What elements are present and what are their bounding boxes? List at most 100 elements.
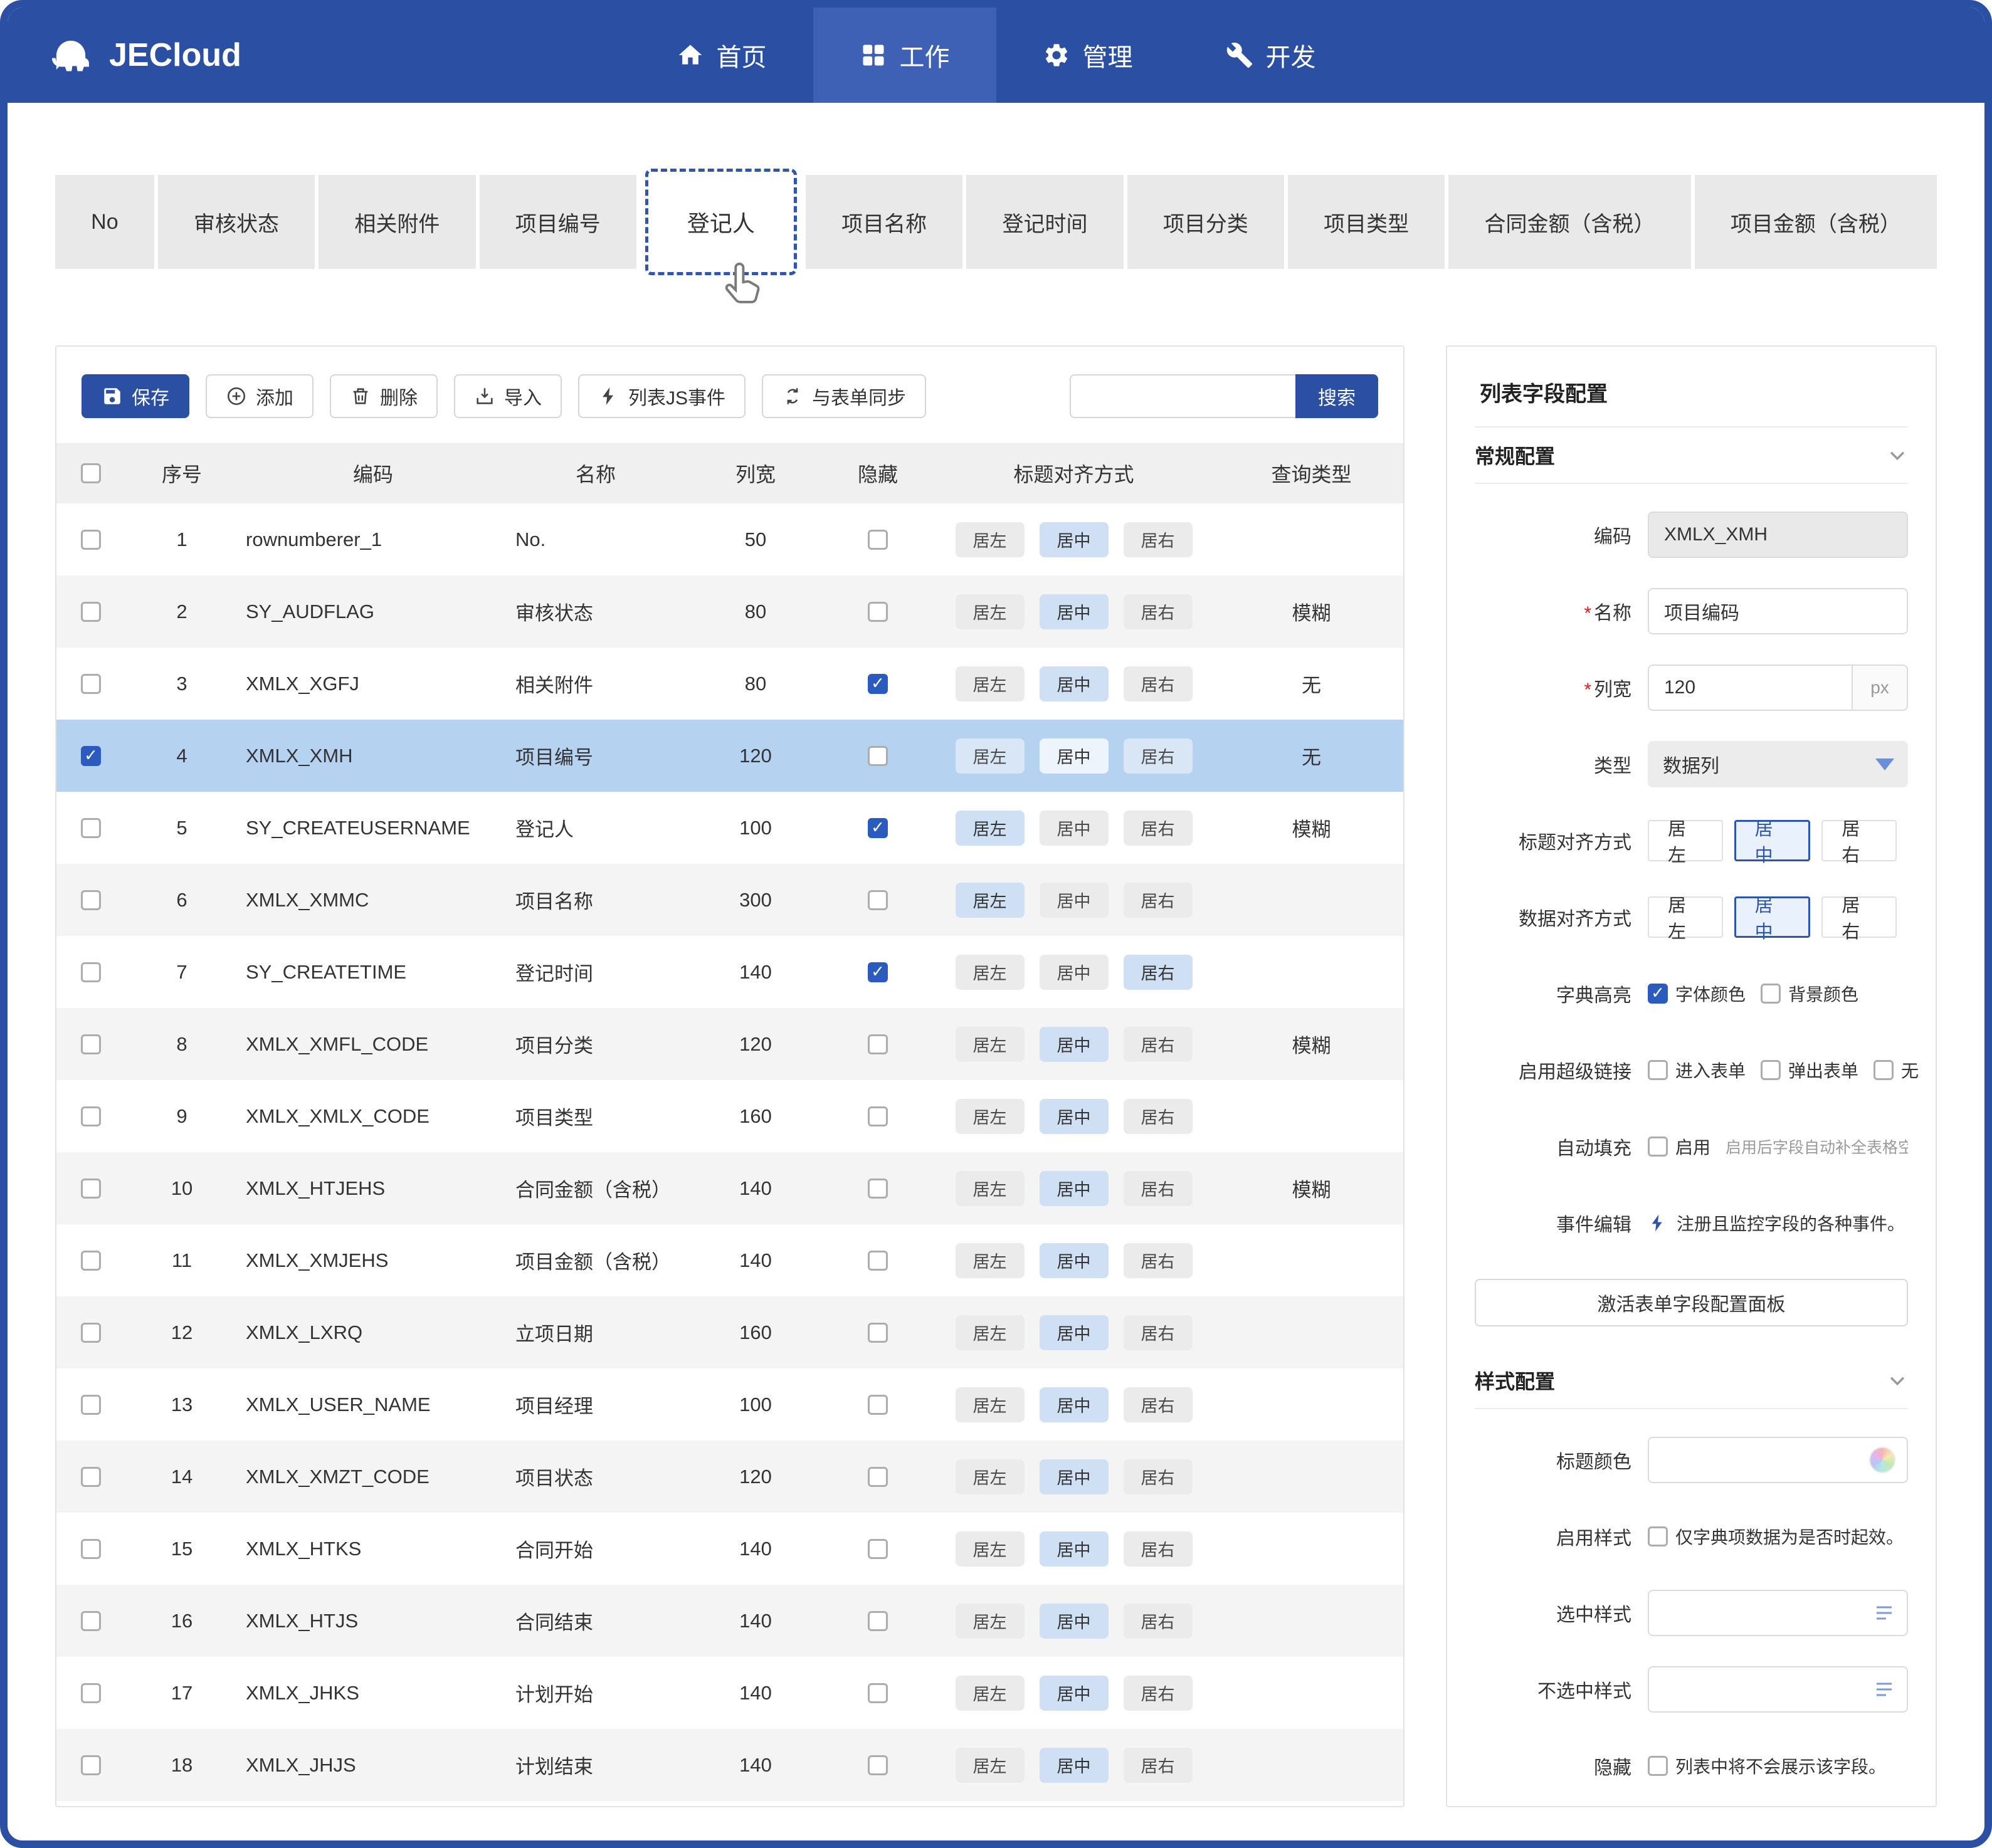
align-center-chip[interactable]: 居中 — [1040, 1171, 1109, 1206]
save-button[interactable]: 保存 — [82, 374, 189, 418]
align-right-chip[interactable]: 居右 — [1124, 1531, 1193, 1567]
hide-checkbox[interactable]: 列表中将不会展示该字段。 — [1648, 1753, 1886, 1778]
list-js-event-button[interactable]: 列表JS事件 — [578, 374, 746, 418]
table-row[interactable]: 4XMLX_XMH项目编号120居左居中居右无 — [56, 720, 1403, 792]
align-right-chip[interactable]: 居右 — [1124, 1315, 1193, 1350]
hidden-checkbox[interactable] — [868, 1539, 888, 1559]
align-center-chip[interactable]: 居中 — [1040, 1604, 1109, 1639]
row-select-checkbox[interactable] — [81, 1106, 101, 1126]
align-right-chip[interactable]: 居右 — [1124, 1459, 1193, 1494]
align-center-chip[interactable]: 居中 — [1040, 1459, 1109, 1494]
row-select-checkbox[interactable] — [81, 1467, 101, 1487]
font-color-checkbox[interactable]: 字体颜色 — [1648, 981, 1746, 1006]
table-row[interactable]: 16XMLX_HTJS合同结束140居左居中居右 — [56, 1585, 1403, 1657]
table-row[interactable]: 12XMLX_LXRQ立项日期160居左居中居右 — [56, 1296, 1403, 1368]
align-center-chip[interactable]: 居中 — [1040, 1676, 1109, 1711]
hidden-checkbox[interactable] — [868, 674, 888, 694]
align-left-chip[interactable]: 居左 — [956, 1676, 1025, 1711]
hidden-checkbox[interactable] — [868, 602, 888, 622]
field-chip[interactable]: 审核状态 — [158, 175, 315, 269]
name-input[interactable] — [1648, 588, 1908, 634]
align-right-chip[interactable]: 居右 — [1124, 883, 1193, 918]
lightning-icon[interactable] — [1648, 1213, 1668, 1233]
align-center-chip[interactable]: 居中 — [1040, 883, 1109, 918]
field-chip[interactable]: 项目编号 — [480, 175, 636, 269]
align-right-chip[interactable]: 居右 — [1124, 955, 1193, 990]
hidden-checkbox[interactable] — [868, 1323, 888, 1343]
align-left-chip[interactable]: 居左 — [956, 666, 1025, 701]
style-editor-icon[interactable] — [1873, 1678, 1895, 1701]
align-right-chip[interactable]: 居右 — [1124, 1604, 1193, 1639]
import-button[interactable]: 导入 — [454, 374, 562, 418]
row-select-checkbox[interactable] — [81, 530, 101, 550]
table-row[interactable]: 1rownumberer_1No.50居左居中居右 — [56, 503, 1403, 575]
row-select-checkbox[interactable] — [81, 890, 101, 910]
row-select-checkbox[interactable] — [81, 1179, 101, 1199]
field-chip[interactable]: 项目分类 — [1127, 175, 1284, 269]
search-button[interactable]: 搜索 — [1295, 374, 1378, 418]
selected-style-input[interactable] — [1648, 1590, 1908, 1636]
align-left-chip[interactable]: 居左 — [956, 1099, 1025, 1134]
row-select-checkbox[interactable] — [81, 746, 101, 766]
row-select-checkbox[interactable] — [81, 1683, 101, 1703]
align-right-chip[interactable]: 居右 — [1124, 1387, 1193, 1422]
type-select[interactable]: 数据列 — [1648, 741, 1908, 787]
width-input[interactable] — [1648, 664, 1853, 711]
data-align-center-button[interactable]: 居中 — [1734, 896, 1811, 938]
align-center-chip[interactable]: 居中 — [1040, 1315, 1109, 1350]
field-chip[interactable]: 合同金额（含税） — [1448, 175, 1690, 269]
align-center-chip[interactable]: 居中 — [1040, 666, 1109, 701]
align-center-chip[interactable]: 居中 — [1040, 522, 1109, 557]
nav-item-admin[interactable]: 管理 — [996, 8, 1179, 103]
search-input[interactable] — [1070, 374, 1295, 418]
nav-item-work[interactable]: 工作 — [813, 8, 996, 103]
add-button[interactable]: 添加 — [206, 374, 314, 418]
table-row[interactable]: 3XMLX_XGFJ相关附件80居左居中居右无 — [56, 648, 1403, 720]
table-row[interactable]: 13XMLX_USER_NAME项目经理100居左居中居右 — [56, 1368, 1403, 1441]
hidden-checkbox[interactable] — [868, 962, 888, 982]
hidden-checkbox[interactable] — [868, 1106, 888, 1126]
title-align-left-button[interactable]: 居左 — [1648, 820, 1723, 861]
align-center-chip[interactable]: 居中 — [1040, 738, 1109, 774]
row-select-checkbox[interactable] — [81, 1611, 101, 1631]
brand[interactable]: JECloud — [48, 8, 241, 103]
align-center-chip[interactable]: 居中 — [1040, 1099, 1109, 1134]
hidden-checkbox[interactable] — [868, 530, 888, 550]
align-center-chip[interactable]: 居中 — [1040, 1531, 1109, 1567]
field-chip[interactable]: 相关附件 — [319, 175, 475, 269]
align-right-chip[interactable]: 居右 — [1124, 666, 1193, 701]
align-center-chip[interactable]: 居中 — [1040, 1243, 1109, 1278]
align-right-chip[interactable]: 居右 — [1124, 1243, 1193, 1278]
field-chip[interactable]: 项目名称 — [806, 175, 962, 269]
sync-form-button[interactable]: 与表单同步 — [762, 374, 926, 418]
field-chip[interactable]: No — [55, 175, 154, 269]
align-center-chip[interactable]: 居中 — [1040, 1027, 1109, 1062]
align-right-chip[interactable]: 居右 — [1124, 738, 1193, 774]
hidden-checkbox[interactable] — [868, 1755, 888, 1775]
table-row[interactable]: 17XMLX_JHKS计划开始140居左居中居右 — [56, 1657, 1403, 1729]
align-right-chip[interactable]: 居右 — [1124, 1099, 1193, 1134]
hidden-checkbox[interactable] — [868, 1611, 888, 1631]
row-select-checkbox[interactable] — [81, 1034, 101, 1054]
align-left-chip[interactable]: 居左 — [956, 522, 1025, 557]
table-row[interactable]: 11XMLX_XMJEHS项目金额（含税）140居左居中居右 — [56, 1224, 1403, 1296]
title-align-center-button[interactable]: 居中 — [1734, 820, 1811, 861]
align-center-chip[interactable]: 居中 — [1040, 1387, 1109, 1422]
align-left-chip[interactable]: 居左 — [956, 883, 1025, 918]
hidden-checkbox[interactable] — [868, 818, 888, 838]
table-row[interactable]: 14XMLX_XMZT_CODE项目状态120居左居中居右 — [56, 1441, 1403, 1513]
field-chip-selected[interactable]: 登记人 — [645, 169, 797, 275]
style-editor-icon[interactable] — [1873, 1602, 1895, 1624]
row-select-checkbox[interactable] — [81, 962, 101, 982]
data-align-left-button[interactable]: 居左 — [1648, 896, 1723, 938]
align-left-chip[interactable]: 居左 — [956, 1531, 1025, 1567]
align-left-chip[interactable]: 居左 — [956, 1748, 1025, 1783]
bg-color-checkbox[interactable]: 背景颜色 — [1761, 981, 1858, 1006]
align-left-chip[interactable]: 居左 — [956, 1387, 1025, 1422]
align-right-chip[interactable]: 居右 — [1124, 594, 1193, 629]
hidden-checkbox[interactable] — [868, 1034, 888, 1054]
table-row[interactable]: 10XMLX_HTJEHS合同金额（含税）140居左居中居右模糊 — [56, 1152, 1403, 1224]
field-chip[interactable]: 项目金额（含税） — [1695, 175, 1937, 269]
align-left-chip[interactable]: 居左 — [956, 738, 1025, 774]
hidden-checkbox[interactable] — [868, 890, 888, 910]
